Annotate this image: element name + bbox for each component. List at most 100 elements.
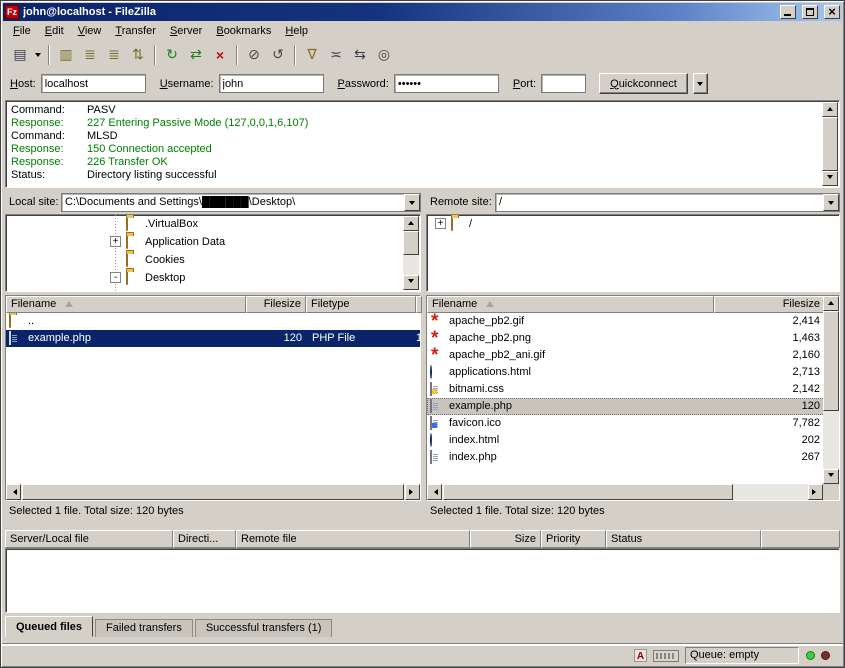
port-input[interactable]: [541, 74, 586, 93]
site-manager-button[interactable]: ▤: [8, 44, 32, 66]
titlebar[interactable]: john@localhost - FileZilla: [3, 3, 842, 21]
column-header-server-local-file[interactable]: Server/Local file: [5, 530, 173, 548]
site-manager-dropdown[interactable]: [32, 44, 44, 66]
compare-button[interactable]: ≍: [324, 44, 348, 66]
username-input[interactable]: [219, 74, 324, 93]
file-row[interactable]: apache_pb2.gif 2,414: [427, 313, 825, 330]
tree-expander-icon[interactable]: +: [110, 236, 121, 247]
file-row[interactable]: index.php 267: [427, 449, 825, 466]
local-list-hscrollbar[interactable]: [6, 484, 420, 500]
column-header-direction[interactable]: Directi...: [173, 530, 236, 548]
tree-expander-icon[interactable]: -: [110, 272, 121, 283]
local-path-value[interactable]: C:\Documents and Settings\██████\Desktop…: [65, 196, 402, 208]
file-row[interactable]: apache_pb2_ani.gif 2,160: [427, 347, 825, 364]
file-row[interactable]: applications.html 2,713: [427, 364, 825, 381]
quickconnect-button[interactable]: Quickconnect: [599, 73, 688, 94]
column-header-filesize[interactable]: Filesize: [246, 296, 306, 313]
remote-path-value[interactable]: /: [499, 196, 821, 208]
column-header-filename[interactable]: Filename: [6, 296, 246, 313]
scroll-thumb[interactable]: [443, 484, 733, 500]
close-button[interactable]: [824, 5, 840, 19]
scroll-left-icon[interactable]: [427, 484, 442, 500]
column-header-lastmodified[interactable]: L: [416, 296, 422, 313]
transfer-type-icon[interactable]: [634, 649, 647, 662]
file-row-parent-dir[interactable]: ..: [6, 313, 420, 330]
scroll-down-icon[interactable]: [822, 171, 838, 186]
scroll-down-icon[interactable]: [823, 469, 839, 484]
tree-item-root[interactable]: + /: [427, 215, 839, 233]
remote-list-hscrollbar[interactable]: [427, 484, 823, 500]
toggle-message-log-button[interactable]: ▥: [54, 44, 78, 66]
menu-transfer[interactable]: Transfer: [108, 22, 163, 40]
toggle-local-tree-button[interactable]: ≣: [78, 44, 102, 66]
minimize-button[interactable]: [780, 5, 796, 19]
chevron-down-icon: [697, 82, 703, 89]
scroll-thumb[interactable]: [822, 117, 838, 171]
sync-browse-button[interactable]: ⇆: [348, 44, 372, 66]
combo-dropdown-button[interactable]: [404, 194, 420, 211]
column-header-filetype[interactable]: Filetype: [306, 296, 416, 313]
local-list-body[interactable]: .. example.php 120 PHP File 1: [6, 313, 420, 484]
quickconnect-dropdown[interactable]: [693, 73, 708, 94]
combo-dropdown-button[interactable]: [823, 194, 839, 211]
column-header-remote-file[interactable]: Remote file: [236, 530, 470, 548]
scroll-thumb[interactable]: [823, 311, 839, 411]
scroll-thumb[interactable]: [22, 484, 404, 500]
local-path-combo[interactable]: C:\Documents and Settings\██████\Desktop…: [61, 193, 421, 212]
file-row[interactable]: apache_pb2.png 1,463: [427, 330, 825, 347]
column-header-filesize[interactable]: Filesize: [714, 296, 825, 313]
cancel-button[interactable]: ×: [208, 44, 232, 66]
speed-limit-icon[interactable]: [653, 650, 679, 662]
menu-help[interactable]: Help: [278, 22, 315, 40]
column-header-priority[interactable]: Priority: [541, 530, 606, 548]
file-row[interactable]: favicon.ico 7,782: [427, 415, 825, 432]
maximize-icon: [806, 8, 814, 16]
process-queue-button[interactable]: ⇄: [184, 44, 208, 66]
file-row[interactable]: index.html 202: [427, 432, 825, 449]
tree-item-cookies[interactable]: Cookies: [6, 251, 420, 269]
chevron-down-icon: [35, 53, 41, 60]
tab-failed-transfers[interactable]: Failed transfers: [95, 619, 193, 637]
scroll-right-icon[interactable]: [808, 484, 823, 500]
maximize-button[interactable]: [802, 5, 818, 19]
scroll-left-icon[interactable]: [6, 484, 21, 500]
tree-item-virtualbox[interactable]: .VirtualBox: [6, 215, 420, 233]
tree-item-desktop[interactable]: - Desktop: [6, 269, 420, 287]
queue-list-body[interactable]: [5, 548, 840, 613]
local-tree-scrollbar[interactable]: [403, 216, 419, 290]
menu-edit[interactable]: Edit: [38, 22, 71, 40]
menu-view[interactable]: View: [71, 22, 109, 40]
scroll-up-icon[interactable]: [822, 102, 838, 117]
menu-bookmarks[interactable]: Bookmarks: [209, 22, 278, 40]
reconnect-button[interactable]: ↺: [266, 44, 290, 66]
toggle-queue-button[interactable]: ⇅: [126, 44, 150, 66]
host-input[interactable]: [41, 74, 146, 93]
scroll-up-icon[interactable]: [823, 296, 839, 311]
column-header-status[interactable]: Status: [606, 530, 761, 548]
toggle-remote-tree-button[interactable]: ≣: [102, 44, 126, 66]
tree-expander-icon[interactable]: +: [435, 218, 446, 229]
refresh-button[interactable]: ↻: [160, 44, 184, 66]
remote-list-body[interactable]: apache_pb2.gif 2,414 apache_pb2.png 1,46…: [427, 313, 825, 484]
file-row[interactable]: bitnami.css 2,142: [427, 381, 825, 398]
filter-button[interactable]: ∇: [300, 44, 324, 66]
password-input[interactable]: [394, 74, 499, 93]
scroll-thumb[interactable]: [403, 231, 419, 255]
file-row-example-php-highlighted[interactable]: example.php 120: [427, 398, 825, 415]
log-scrollbar[interactable]: [822, 102, 838, 186]
disconnect-button[interactable]: ⊘: [242, 44, 266, 66]
scroll-right-icon[interactable]: [405, 484, 420, 500]
scroll-up-icon[interactable]: [403, 216, 419, 231]
remote-path-combo[interactable]: /: [495, 193, 840, 212]
tab-successful-transfers[interactable]: Successful transfers (1): [195, 619, 333, 637]
menu-file[interactable]: File: [6, 22, 38, 40]
tab-queued-files[interactable]: Queued files: [5, 616, 93, 637]
file-row-example-php-selected[interactable]: example.php 120 PHP File 1: [6, 330, 420, 347]
menu-server[interactable]: Server: [163, 22, 209, 40]
remote-list-vscrollbar[interactable]: [823, 296, 839, 484]
column-header-filename[interactable]: Filename: [427, 296, 714, 313]
tree-item-application-data[interactable]: + Application Data: [6, 233, 420, 251]
scroll-down-icon[interactable]: [403, 275, 419, 290]
column-header-size[interactable]: Size: [470, 530, 541, 548]
find-button[interactable]: ◎: [372, 44, 396, 66]
